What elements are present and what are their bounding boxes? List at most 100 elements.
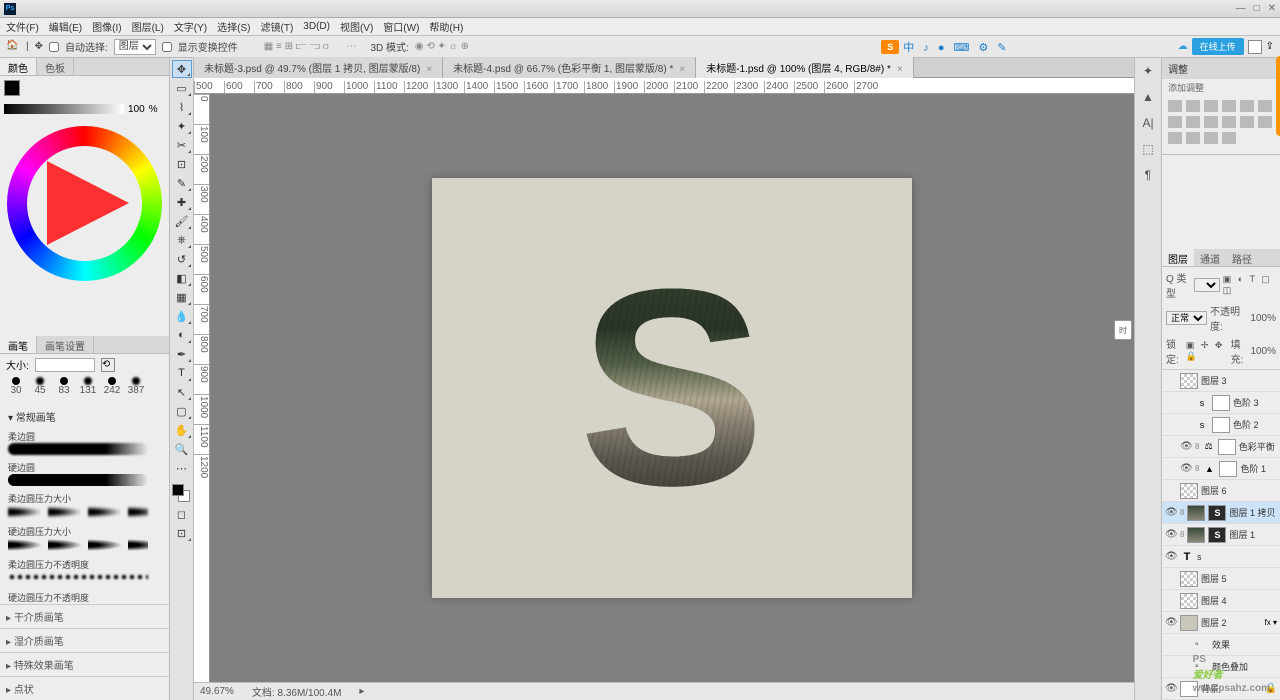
fill-value[interactable]: 100% <box>1250 346 1276 357</box>
menu-help[interactable]: 帮助(H) <box>429 19 463 34</box>
document-tab[interactable]: 未标题-1.psd @ 100% (图层 4, RGB/8#) *× <box>696 57 914 78</box>
visibility-icon[interactable]: 👁 <box>1180 463 1192 474</box>
tab-paths[interactable]: 路径 <box>1226 249 1258 266</box>
brush-group-collapsed[interactable]: ▸ 湿介质画笔 <box>0 628 169 652</box>
visibility-icon[interactable]: 👁 <box>1180 441 1192 452</box>
adj-icon[interactable] <box>1222 132 1236 144</box>
ime-icons[interactable]: 中 ♪ ● ⌨ ⚙ ✎ <box>903 39 1009 55</box>
close-tab-icon[interactable]: × <box>897 64 903 75</box>
maximize-button[interactable]: □ <box>1254 3 1260 14</box>
adjustments-tab[interactable]: 调整 <box>1162 58 1280 79</box>
gradient-tool[interactable]: ▦ <box>172 288 192 306</box>
ruler-vertical[interactable]: 0100200300400500600700800900100011001200 <box>194 94 210 682</box>
minimize-button[interactable]: — <box>1236 3 1246 14</box>
tab-swatches[interactable]: 色板 <box>37 58 74 75</box>
layer-row[interactable]: 👁8S图层 1 <box>1162 524 1280 546</box>
visibility-icon[interactable]: 👁 <box>1165 529 1177 540</box>
brush-group-collapsed[interactable]: ▸ 干介质画笔 <box>0 604 169 628</box>
show-transform-checkbox[interactable] <box>162 42 172 52</box>
menu-type[interactable]: 文字(Y) <box>174 19 207 34</box>
layer-row[interactable]: 👁8⚖色彩平衡 1 <box>1162 436 1280 458</box>
adj-mixer-icon[interactable] <box>1204 116 1218 128</box>
sogou-badge[interactable]: S <box>881 40 899 54</box>
cloud-icon[interactable]: ☁ <box>1178 41 1188 52</box>
adj-hue-icon[interactable] <box>1258 100 1272 112</box>
gradient-slider[interactable] <box>4 104 124 114</box>
adj-levels-icon[interactable] <box>1186 100 1200 112</box>
blend-mode-select[interactable]: 正常 <box>1166 311 1207 325</box>
side-handle[interactable]: 时 <box>1114 320 1132 340</box>
color-wheel[interactable] <box>7 126 162 281</box>
menu-3d[interactable]: 3D(D) <box>303 21 330 32</box>
adj-invert-icon[interactable] <box>1240 116 1254 128</box>
adj-vibrance-icon[interactable] <box>1240 100 1254 112</box>
adj-brightness-icon[interactable] <box>1168 100 1182 112</box>
menu-filter[interactable]: 滤镜(T) <box>261 19 294 34</box>
lasso-tool[interactable]: ⌇ <box>172 98 192 116</box>
close-tab-icon[interactable]: × <box>426 64 432 75</box>
adj-exposure-icon[interactable] <box>1222 100 1236 112</box>
layer-row[interactable]: s色阶 2 <box>1162 414 1280 436</box>
panel-icon-glyphs[interactable]: ¶ <box>1139 166 1157 184</box>
adj-curves-icon[interactable] <box>1204 100 1218 112</box>
visibility-icon[interactable]: 👁 <box>1165 551 1177 562</box>
close-button[interactable]: ✕ <box>1268 3 1276 14</box>
document-tab[interactable]: 未标题-3.psd @ 49.7% (图层 1 拷贝, 图层蒙版/8)× <box>194 57 443 78</box>
adj-lookup-icon[interactable] <box>1222 116 1236 128</box>
brush-flip-button[interactable]: ⟲ <box>101 358 115 372</box>
auto-select-checkbox[interactable] <box>49 42 59 52</box>
menu-view[interactable]: 视图(V) <box>340 19 373 34</box>
eraser-tool[interactable]: ◧ <box>172 269 192 287</box>
adj-threshold-icon[interactable] <box>1168 132 1182 144</box>
home-icon[interactable]: 🏠 <box>6 40 20 54</box>
frame-tool[interactable]: ⊡ <box>172 155 192 173</box>
layer-row[interactable]: 👁Ts <box>1162 546 1280 568</box>
adj-poster-icon[interactable] <box>1258 116 1272 128</box>
brush-group-collapsed[interactable]: ▸ 特殊效果画笔 <box>0 652 169 676</box>
quickmask-button[interactable]: ◻ <box>172 505 192 523</box>
visibility-icon[interactable]: 👁 <box>1165 617 1177 628</box>
dodge-tool[interactable]: ◐ <box>172 326 192 344</box>
marquee-tool[interactable]: ▭ <box>172 79 192 97</box>
brush-item[interactable]: 柔边圆 <box>4 428 165 457</box>
share-icon[interactable]: ⇪ <box>1266 41 1274 52</box>
panel-icon-history[interactable]: ✦ <box>1139 62 1157 80</box>
crop-tool[interactable]: ✂ <box>172 136 192 154</box>
foreground-swatch[interactable] <box>4 80 20 96</box>
brush-preset[interactable]: 83 <box>54 377 74 401</box>
tab-color[interactable]: 颜色 <box>0 58 37 75</box>
screen-mode-button[interactable] <box>1248 40 1262 54</box>
move-tool[interactable]: ✥ <box>172 60 192 78</box>
brush-preset[interactable]: 131 <box>78 377 98 401</box>
edit-toolbar[interactable]: ⋯ <box>172 459 192 477</box>
zoom-level[interactable]: 49.67% <box>200 686 234 697</box>
panel-icon-paragraph[interactable]: ⬚ <box>1139 140 1157 158</box>
brush-preset[interactable]: 387 <box>126 377 146 401</box>
tab-brushes[interactable]: 画笔 <box>0 336 37 353</box>
menu-file[interactable]: 文件(F) <box>6 19 39 34</box>
brush-preset[interactable]: 45 <box>30 377 50 401</box>
layer-kind-filter[interactable] <box>1194 278 1219 292</box>
panel-icon-character[interactable]: A| <box>1139 114 1157 132</box>
type-tool[interactable]: T <box>172 364 192 382</box>
visibility-icon[interactable]: 👁 <box>1165 683 1177 694</box>
brush-item[interactable]: 硬边圆压力不透明度 <box>4 589 165 604</box>
adj-selective-icon[interactable] <box>1204 132 1218 144</box>
hand-tool[interactable]: ✋ <box>172 421 192 439</box>
shape-tool[interactable]: ▢ <box>172 402 192 420</box>
healing-tool[interactable]: ✚ <box>172 193 192 211</box>
viewport[interactable]: S <box>210 94 1134 682</box>
brush-list[interactable]: ▾ 常规画笔 柔边圆 硬边圆 柔边圆压力大小 硬边圆压力大小 柔边圆压力不透明度… <box>0 403 169 604</box>
color-swatches[interactable] <box>172 484 192 504</box>
layer-list[interactable]: 图层 3s色阶 3s色阶 2👁8⚖色彩平衡 1👁8▲色阶 1图层 6👁8S图层 … <box>1162 370 1280 700</box>
adj-photo-icon[interactable] <box>1186 116 1200 128</box>
ruler-horizontal[interactable]: 5006007008009001000110012001300140015001… <box>194 78 1134 94</box>
menu-select[interactable]: 选择(S) <box>217 19 250 34</box>
layer-row[interactable]: 图层 4 <box>1162 590 1280 612</box>
layer-row[interactable]: ◦效果 <box>1162 634 1280 656</box>
menu-image[interactable]: 图像(I) <box>92 19 121 34</box>
layer-row[interactable]: 图层 5 <box>1162 568 1280 590</box>
wand-tool[interactable]: ✦ <box>172 117 192 135</box>
layer-row[interactable]: s色阶 3 <box>1162 392 1280 414</box>
zoom-tool[interactable]: 🔍 <box>172 440 192 458</box>
